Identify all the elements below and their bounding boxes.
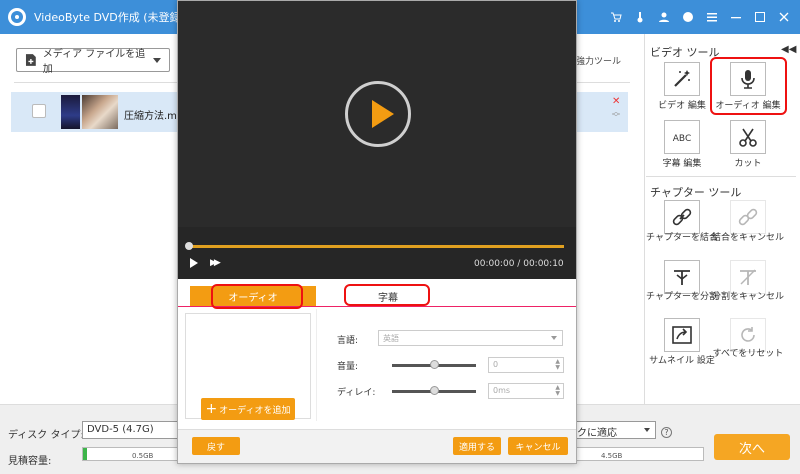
volume-input[interactable]: 0 ▲ ▼	[488, 357, 564, 373]
tab-audio-highlight	[211, 284, 303, 309]
apply-button[interactable]: 適用する	[453, 437, 501, 455]
help-icon[interactable]: ?	[661, 427, 672, 438]
tab-subtitle-highlight	[344, 284, 430, 306]
spinner-arrows-icon[interactable]: ▲ ▼	[555, 359, 560, 371]
volume-slider[interactable]	[392, 360, 476, 369]
link-icon	[672, 208, 692, 226]
fit-mode-select[interactable]: クに適応	[572, 421, 656, 439]
close-icon[interactable]	[778, 11, 790, 23]
fast-forward-icon[interactable]: ▶▶	[210, 258, 221, 268]
delay-slider[interactable]	[392, 386, 476, 395]
time-display: 00:00:00 / 00:00:10	[474, 259, 564, 269]
minimize-icon[interactable]	[730, 11, 742, 23]
cancel-merge-label: 結合をキャンセル	[711, 233, 784, 243]
time-separator: /	[517, 259, 521, 269]
add-media-label: メディア ファイルを追加	[42, 49, 146, 75]
time-current: 00:00:00	[474, 259, 515, 269]
video-thumbnail	[82, 95, 118, 129]
volume-slider-handle[interactable]	[430, 360, 439, 369]
play-button-icon[interactable]	[190, 258, 198, 268]
maximize-icon[interactable]	[754, 11, 766, 23]
reset-icon	[741, 327, 755, 342]
reset-all-label: すべてをリセット	[712, 349, 784, 359]
play-icon[interactable]	[372, 100, 394, 128]
volume-label: 音量:	[337, 362, 359, 372]
fit-mode-value: クに適応	[577, 428, 617, 439]
delay-label: ディレイ:	[337, 388, 376, 398]
cut-button[interactable]	[730, 120, 766, 154]
volume-value: 0	[493, 360, 499, 369]
key-icon[interactable]	[634, 11, 646, 23]
power-tools-link[interactable]: 強力ツール	[576, 54, 621, 67]
chapter-tools-title: チャプター ツール	[650, 186, 742, 199]
capacity-tick: 0.5GB	[132, 452, 154, 460]
chevron-down-icon[interactable]	[551, 336, 557, 340]
add-audio-button[interactable]: + オーディオを追加	[201, 398, 295, 420]
divider	[646, 176, 796, 177]
audio-edit-dialog: ▶▶ 00:00:00 / 00:00:10 オーディオ 字幕 + オーディオを追…	[177, 0, 577, 464]
chevron-down-icon[interactable]	[153, 57, 161, 63]
cut-label: カット	[734, 159, 762, 169]
capacity-fill	[83, 448, 87, 460]
seek-handle[interactable]	[185, 242, 193, 250]
delay-slider-handle[interactable]	[430, 386, 439, 395]
move-down-icon[interactable]: ﹀	[612, 112, 620, 123]
add-media-button[interactable]: メディア ファイルを追加	[16, 48, 170, 75]
seek-bar[interactable]	[188, 245, 564, 248]
merge-chapter-button[interactable]	[664, 200, 700, 234]
svg-text:ABC: ABC	[673, 134, 691, 144]
app-logo-icon	[8, 8, 26, 26]
cancel-button[interactable]: キャンセル	[508, 437, 568, 455]
next-button[interactable]: 次へ	[714, 434, 790, 460]
subtitle-edit-button[interactable]: ABC	[664, 120, 700, 154]
language-select[interactable]: 英語	[378, 330, 563, 346]
thumbnail-setting-button[interactable]	[664, 318, 700, 352]
language-value: 英語	[383, 334, 399, 343]
video-preview	[178, 1, 576, 227]
delay-value: 0ms	[493, 386, 511, 395]
chat-icon[interactable]	[682, 11, 694, 23]
user-icon[interactable]	[658, 11, 670, 23]
split-chapter-button[interactable]	[664, 260, 700, 294]
plus-icon: +	[205, 401, 218, 417]
language-label: 言語:	[337, 336, 359, 346]
capacity-tick: 4.5GB	[601, 452, 623, 460]
cancel-merge-button[interactable]	[730, 200, 766, 234]
menu-icon[interactable]	[706, 11, 718, 23]
file-checkbox[interactable]	[32, 104, 46, 118]
video-edit-button[interactable]	[664, 62, 700, 96]
magic-wand-icon	[674, 70, 690, 87]
player-controls: ▶▶ 00:00:00 / 00:00:10	[178, 227, 576, 279]
scissors-icon	[739, 128, 757, 147]
add-file-icon	[25, 54, 36, 66]
split-icon	[674, 270, 690, 285]
abc-icon: ABC	[673, 134, 691, 144]
divider	[316, 309, 317, 421]
add-audio-label: オーディオを追加	[219, 405, 291, 416]
thumbnail-icon	[672, 326, 692, 344]
app-title: VideoByte DVD作成 (未登録)	[34, 11, 185, 24]
unlink-icon	[738, 208, 758, 226]
disc-type-select[interactable]: DVD-5 (4.7G)	[82, 421, 178, 439]
unsplit-icon	[740, 269, 756, 285]
video-tools-title: ビデオ ツール	[650, 46, 720, 59]
delay-input[interactable]: 0ms ▲ ▼	[488, 383, 564, 399]
time-total: 00:00:10	[523, 259, 564, 269]
reset-all-button[interactable]	[730, 318, 766, 352]
spinner-arrows-icon[interactable]: ▲ ▼	[555, 385, 560, 397]
collapse-panel-icon[interactable]: ◀◀	[781, 44, 796, 55]
cart-icon[interactable]	[610, 11, 622, 23]
capacity-label: 見積容量:	[8, 456, 52, 467]
reset-button[interactable]: 戻す	[192, 437, 240, 455]
chevron-down-icon[interactable]	[644, 428, 650, 432]
video-thumbnail	[61, 95, 80, 129]
cancel-split-label: 分割をキャンセル	[711, 292, 784, 302]
cancel-split-button[interactable]	[730, 260, 766, 294]
audio-edit-highlight	[710, 57, 787, 115]
disc-type-label: ディスク タイプ:	[8, 430, 84, 441]
